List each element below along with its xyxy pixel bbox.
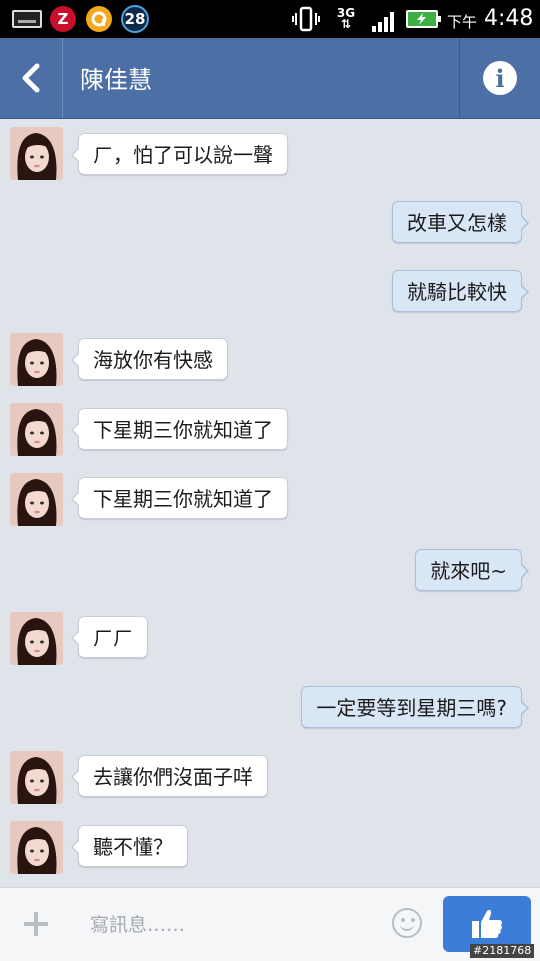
keyboard-icon — [12, 10, 42, 28]
avatar[interactable] — [10, 821, 63, 874]
chevron-left-icon — [22, 63, 40, 93]
z-app-icon: Z — [50, 6, 76, 32]
message-incoming: 海放你有快感 — [71, 338, 228, 380]
message-outgoing: 改車又怎樣 — [392, 201, 529, 243]
message-list[interactable]: ㄏ，怕了可以說一聲 改車又怎樣 就騎比較快 海放你有快感 下星期三你就知道了 下… — [0, 119, 540, 887]
avatar[interactable] — [10, 612, 63, 665]
plus-icon[interactable] — [18, 906, 54, 942]
avatar[interactable] — [10, 751, 63, 804]
battery-icon — [406, 10, 441, 28]
smiley-icon[interactable] — [392, 908, 422, 938]
vibrate-icon — [292, 6, 320, 32]
time-ampm: 下午 — [447, 13, 478, 31]
avatar[interactable] — [10, 403, 63, 456]
chat-header: 陳佳慧 i — [0, 38, 540, 119]
message-outgoing: 就來吧~ — [415, 549, 529, 591]
contact-name[interactable]: 陳佳慧 — [80, 60, 152, 95]
counter-badge-icon: 28 — [121, 5, 149, 33]
message-composer — [0, 887, 540, 961]
message-outgoing: 一定要等到星期三嗎? — [301, 686, 529, 728]
message-incoming: 聽不懂？ — [71, 825, 188, 867]
message-input[interactable] — [76, 908, 404, 942]
data-arrows-icon: ⇅ — [340, 17, 352, 31]
message-outgoing: 就騎比較快 — [392, 270, 529, 312]
a-app-icon — [86, 6, 112, 32]
message-incoming: 下星期三你就知道了 — [71, 408, 288, 450]
message-incoming: ㄏㄏ — [71, 616, 148, 658]
thumbs-up-icon — [472, 910, 503, 938]
info-icon: i — [483, 61, 517, 95]
avatar[interactable] — [10, 333, 63, 386]
z-app-label: Z — [57, 10, 69, 28]
message-incoming: 下星期三你就知道了 — [71, 477, 288, 519]
notification-count: 28 — [124, 10, 146, 28]
info-button[interactable]: i — [460, 38, 540, 118]
avatar[interactable] — [10, 127, 63, 180]
message-incoming: 去讓你們沒面子咩 — [71, 755, 268, 797]
signal-icon — [370, 6, 396, 32]
back-button[interactable] — [0, 38, 62, 118]
watermark: #2181768 — [470, 944, 535, 958]
clock: 4:48 — [484, 6, 534, 31]
message-incoming: ㄏ，怕了可以說一聲 — [71, 133, 288, 175]
status-bar: Z 28 3G ⇅ 下午 4:48 — [0, 0, 540, 38]
network-3g-icon: 3G ⇅ — [334, 6, 358, 32]
avatar[interactable] — [10, 473, 63, 526]
header-divider — [62, 38, 63, 118]
